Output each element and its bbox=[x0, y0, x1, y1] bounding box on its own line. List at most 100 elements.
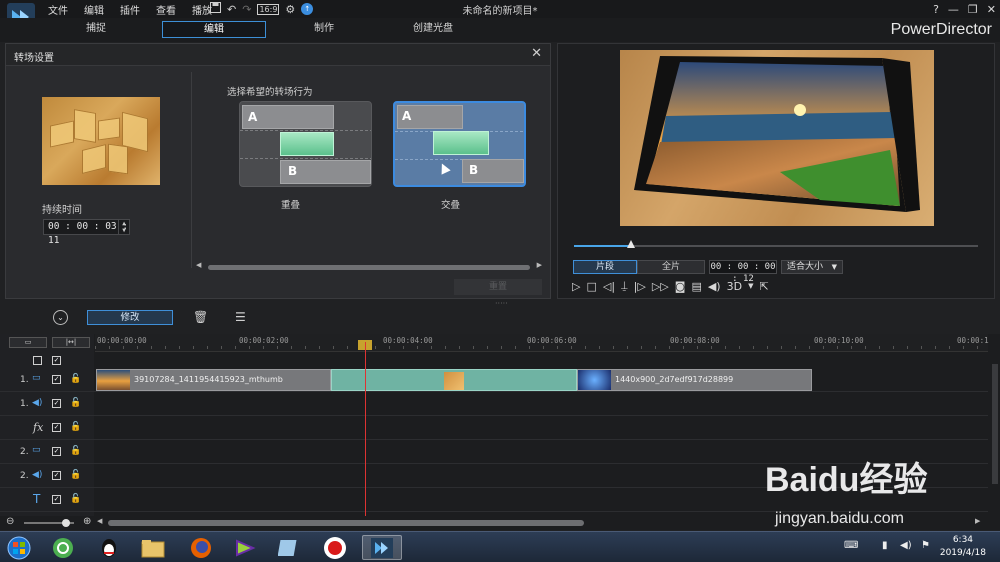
menu-file[interactable]: 文件 bbox=[40, 2, 76, 17]
timeline-clip[interactable]: 39107284_1411954415923_mthumb bbox=[96, 369, 331, 391]
clip-mode-button[interactable]: 片段 bbox=[573, 260, 637, 274]
subtitle-icon[interactable]: ▤ bbox=[691, 280, 701, 293]
tab-capture[interactable]: 捕捉 bbox=[44, 21, 148, 38]
tab-edit[interactable]: 编辑 bbox=[162, 21, 266, 38]
undock-icon[interactable]: ⇱ bbox=[759, 280, 768, 293]
panel-horizontal-scrollbar[interactable]: ◀ ▶ bbox=[196, 261, 542, 271]
track-enable-checkbox[interactable]: ✓ bbox=[52, 447, 61, 456]
track-enable-checkbox[interactable]: ✓ bbox=[52, 495, 61, 504]
tab-create-disc[interactable]: 创建光盘 bbox=[381, 21, 485, 38]
scrubber-handle[interactable] bbox=[626, 240, 635, 248]
lock-icon[interactable]: 🔓 bbox=[70, 422, 81, 432]
three-d-dropdown-icon[interactable]: ▼ bbox=[748, 282, 753, 290]
duration-spinner[interactable]: ▲ ▼ bbox=[118, 220, 129, 234]
time-ruler[interactable]: 00:00:00:00 00:00:02:00 00:00:04:00 00:0… bbox=[95, 334, 989, 352]
clip-thumbnail bbox=[97, 370, 130, 390]
network-icon[interactable]: ▮ bbox=[882, 540, 888, 551]
help-icon[interactable]: ? bbox=[933, 3, 939, 16]
ruler-tick: 00:00:02:00 bbox=[239, 336, 289, 345]
snapshot-camera-icon[interactable]: ◙ bbox=[675, 280, 686, 293]
update-icon[interactable]: ↑ bbox=[301, 3, 314, 15]
firefox-icon[interactable] bbox=[184, 535, 218, 560]
video-track-icon: ▭ bbox=[32, 373, 41, 383]
reset-button[interactable]: 重置 bbox=[454, 279, 542, 295]
option-overlap[interactable]: A B bbox=[239, 101, 372, 187]
hscroll-right-icon[interactable]: ▶ bbox=[975, 517, 980, 525]
fit-timeline-icon[interactable]: |↔| bbox=[52, 337, 90, 348]
minimize-icon[interactable]: — bbox=[948, 3, 959, 16]
menu-view[interactable]: 查看 bbox=[148, 2, 184, 17]
volume-tray-icon[interactable]: ◀) bbox=[900, 540, 912, 551]
all-tracks-checkbox[interactable]: ✓ bbox=[52, 356, 61, 365]
start-button[interactable] bbox=[2, 535, 36, 560]
browser-360-icon[interactable] bbox=[46, 535, 80, 560]
restore-icon[interactable]: ❐ bbox=[968, 3, 978, 16]
system-clock[interactable]: 6:34 2019/4/18 bbox=[940, 534, 986, 560]
settings-gear-icon[interactable]: ⚙ bbox=[285, 3, 295, 16]
previous-frame-icon[interactable]: ◁| bbox=[603, 280, 615, 293]
menu-plugins[interactable]: 插件 bbox=[112, 2, 148, 17]
zoom-slider[interactable] bbox=[24, 519, 74, 527]
menu-edit[interactable]: 编辑 bbox=[76, 2, 112, 17]
lock-icon[interactable]: 🔓 bbox=[70, 494, 81, 504]
storyboard-view-icon[interactable]: ▭ bbox=[9, 337, 47, 348]
save-icon[interactable] bbox=[210, 2, 221, 16]
track-effects: fx ✓ 🔓 bbox=[0, 417, 988, 440]
media-app-icon[interactable] bbox=[228, 535, 262, 560]
title-bar: 文件 编辑 插件 查看 播放 ↶ ↷ 16:9 ⚙ ↑ 未命名的新项目* ? —… bbox=[0, 0, 1000, 31]
hscroll-left-icon[interactable]: ◀ bbox=[97, 517, 102, 525]
playback-scrubber[interactable] bbox=[574, 240, 978, 248]
track-enable-checkbox[interactable]: ✓ bbox=[52, 423, 61, 432]
zoom-fit-select[interactable]: 适合大小 ▼ bbox=[781, 260, 843, 274]
track-enable-checkbox[interactable]: ✓ bbox=[52, 399, 61, 408]
timeline-clip[interactable]: 1440x900_2d7edf917d28899 bbox=[577, 369, 812, 391]
all-tracks-checkbox-empty[interactable] bbox=[33, 356, 42, 365]
edit-list-icon[interactable]: ☰ bbox=[235, 310, 246, 324]
trash-icon[interactable]: 🗑 bbox=[193, 310, 208, 324]
modify-button[interactable]: 修改 bbox=[87, 310, 173, 325]
aspect-ratio-icon[interactable]: 16:9 bbox=[257, 3, 280, 15]
volume-icon[interactable]: ◀) bbox=[708, 280, 721, 293]
quick-tools: ↶ ↷ 16:9 ⚙ ↑ bbox=[210, 1, 314, 17]
notes-app-icon[interactable] bbox=[272, 535, 306, 560]
player-timecode[interactable]: 00 : 00 : 00 : 12 bbox=[709, 260, 777, 284]
three-d-toggle[interactable]: 3D bbox=[727, 280, 742, 293]
lock-icon[interactable]: 🔓 bbox=[70, 470, 81, 480]
tab-produce[interactable]: 制作 bbox=[272, 21, 376, 38]
transition-clip[interactable] bbox=[331, 369, 577, 391]
powerdirector-taskbar-icon[interactable] bbox=[362, 535, 402, 560]
keyboard-icon[interactable]: ⌨ bbox=[844, 540, 858, 551]
scroll-left-icon[interactable]: ◀ bbox=[196, 261, 201, 269]
lock-icon[interactable]: 🔓 bbox=[70, 374, 81, 384]
duration-input[interactable]: 00 : 00 : 03 : 11 ▲ ▼ bbox=[43, 219, 130, 246]
file-explorer-icon[interactable] bbox=[136, 535, 170, 560]
track-enable-checkbox[interactable]: ✓ bbox=[52, 471, 61, 480]
panel-close-icon[interactable]: ✕ bbox=[531, 46, 542, 61]
scroll-right-icon[interactable]: ▶ bbox=[537, 261, 542, 269]
redo-icon[interactable]: ↷ bbox=[242, 3, 251, 16]
split-icon[interactable]: ⍊ bbox=[621, 279, 628, 293]
qq-icon[interactable] bbox=[92, 535, 126, 560]
zoom-in-icon[interactable]: ⊕ bbox=[83, 516, 91, 527]
lock-icon[interactable]: 🔓 bbox=[70, 398, 81, 408]
zoom-out-icon[interactable]: ⊖ bbox=[6, 516, 14, 527]
track-enable-checkbox[interactable]: ✓ bbox=[52, 375, 61, 384]
play-icon[interactable]: ▷ bbox=[572, 280, 580, 293]
movie-mode-button[interactable]: 全片 bbox=[637, 260, 705, 274]
timeline-vertical-scrollbar[interactable] bbox=[992, 364, 998, 484]
scroll-thumb[interactable] bbox=[208, 265, 530, 270]
fast-forward-icon[interactable]: ▷▷ bbox=[652, 280, 669, 293]
timeline-horizontal-scrollbar[interactable] bbox=[108, 520, 584, 526]
lock-icon[interactable]: 🔓 bbox=[70, 446, 81, 456]
stop-icon[interactable]: □ bbox=[586, 280, 596, 293]
next-frame-icon[interactable]: |▷ bbox=[634, 280, 646, 293]
option-cross[interactable]: A B bbox=[393, 101, 526, 187]
flag-icon[interactable]: ⚑ bbox=[921, 540, 930, 551]
screen-recorder-icon[interactable] bbox=[318, 535, 352, 560]
video-preview bbox=[620, 50, 934, 226]
zoom-slider-handle[interactable] bbox=[62, 519, 70, 527]
track-header: 1. ◀) ✓ 🔓 bbox=[0, 393, 94, 415]
expand-collapse-icon[interactable]: ⌄ bbox=[53, 310, 68, 325]
close-icon[interactable]: ✕ bbox=[987, 3, 996, 16]
undo-icon[interactable]: ↶ bbox=[227, 3, 236, 16]
